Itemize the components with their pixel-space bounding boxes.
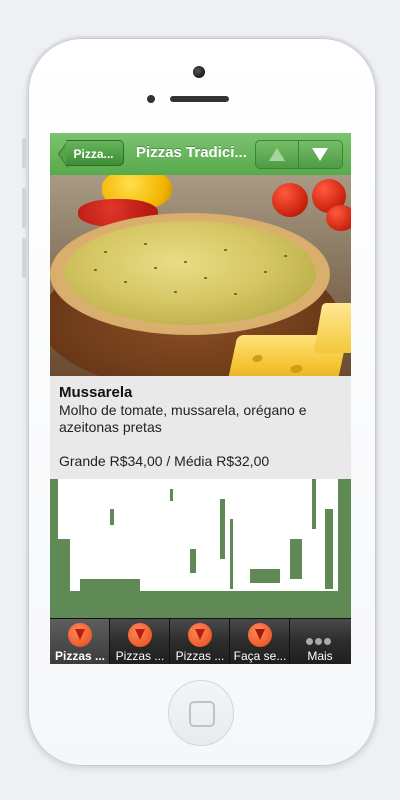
app-screen: Pizza... Pizzas Tradici... Mussarela Mol…: [50, 133, 351, 664]
more-dots-icon: [306, 632, 333, 650]
mute-switch: [22, 138, 26, 168]
tab-label: Pizzas ...: [115, 649, 165, 663]
pizza-slice-icon: [128, 623, 152, 647]
tomato: [326, 205, 351, 231]
back-button[interactable]: Pizza...: [66, 140, 124, 166]
custom-pizza-icon: [248, 623, 272, 647]
tab-bar: Pizzas ... Pizzas ... Pizzas ... Faça se…: [50, 618, 351, 664]
item-price: Grande R$34,00 / Média R$32,00: [59, 453, 270, 469]
pizza-slice-icon: [188, 623, 212, 647]
home-button[interactable]: [168, 680, 234, 746]
previous-item-button[interactable]: [256, 141, 299, 168]
page-title: Pizzas Tradici...: [136, 144, 247, 161]
prev-next-segmented-control: [255, 140, 343, 169]
triangle-down-icon: [312, 148, 328, 161]
grunge-background: [50, 479, 351, 618]
proximity-sensor: [147, 95, 155, 103]
tab-label: Mais: [307, 649, 333, 663]
item-ingredients: Molho de tomate, mussarela, orégano e az…: [59, 402, 307, 435]
tab-more[interactable]: Mais: [290, 619, 351, 664]
item-name: Mussarela: [59, 384, 133, 401]
earpiece-speaker: [170, 96, 229, 102]
navigation-bar: Pizza... Pizzas Tradici...: [50, 133, 351, 176]
tab-faca-sua[interactable]: Faça se...: [230, 619, 290, 664]
next-item-button[interactable]: [299, 141, 341, 168]
triangle-up-icon: [269, 148, 285, 161]
tab-pizzas-3[interactable]: Pizzas ...: [170, 619, 230, 664]
tab-label: Pizzas ...: [175, 649, 225, 663]
tomato: [272, 183, 308, 217]
tab-pizzas-2[interactable]: Pizzas ...: [110, 619, 170, 664]
item-details: Mussarela Molho de tomate, mussarela, or…: [50, 376, 351, 480]
pizza-slice-icon: [68, 623, 92, 647]
tab-label: Faça se...: [233, 649, 287, 663]
front-camera: [193, 66, 205, 78]
pizza-photo: [50, 175, 351, 376]
tab-label: Pizzas ...: [54, 649, 106, 663]
pizza-cheese: [64, 221, 316, 325]
tab-pizzas-1[interactable]: Pizzas ...: [50, 619, 110, 664]
volume-up-button: [22, 188, 26, 228]
home-square-icon: [189, 701, 215, 727]
volume-down-button: [22, 238, 26, 278]
